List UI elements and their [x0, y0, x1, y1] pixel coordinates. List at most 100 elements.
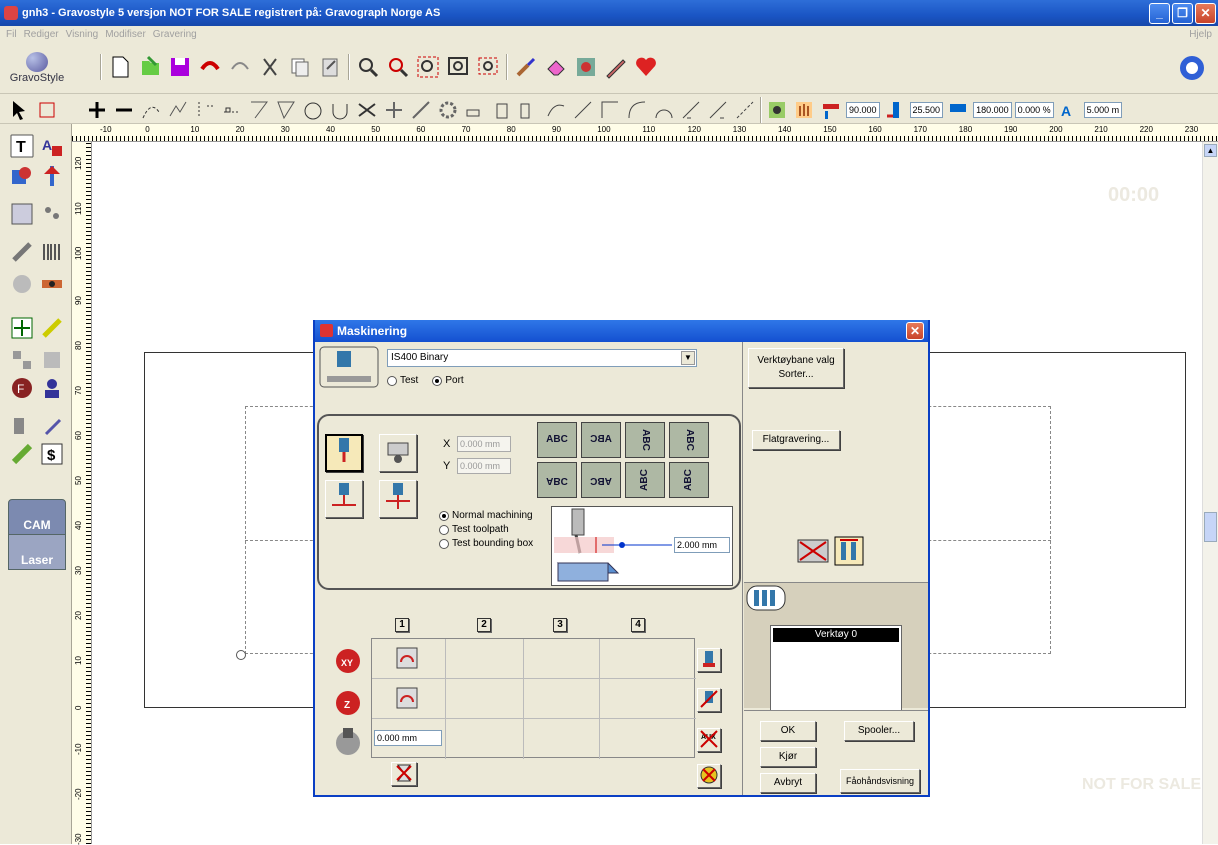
grid-cell[interactable]: [600, 679, 696, 719]
zoom-window-icon[interactable]: [416, 55, 440, 79]
gear-icon[interactable]: [436, 98, 460, 122]
cancel-button[interactable]: Avbryt: [760, 773, 816, 793]
redo-icon[interactable]: [228, 55, 252, 79]
orientation-tile-1[interactable]: ABC: [537, 422, 577, 458]
price-tool-icon[interactable]: $: [40, 442, 64, 466]
eraser-icon[interactable]: [544, 55, 568, 79]
arc-icon[interactable]: [328, 98, 352, 122]
grid-cell[interactable]: [446, 639, 524, 679]
smooth-icon[interactable]: [166, 98, 190, 122]
test-bbox-radio[interactable]: Test bounding box: [439, 538, 533, 549]
maximize-button[interactable]: ❐: [1172, 3, 1193, 24]
menu-file[interactable]: Fil: [6, 29, 17, 40]
node-edit-icon[interactable]: [139, 98, 163, 122]
copy-icon[interactable]: [288, 55, 312, 79]
menu-help[interactable]: Hjelp: [1189, 29, 1212, 40]
image-tool-icon[interactable]: [10, 202, 34, 226]
column-4-label[interactable]: 4: [631, 618, 645, 632]
engrave-mode-button[interactable]: [325, 434, 363, 472]
add-node-icon[interactable]: [85, 98, 109, 122]
zoom-selection-icon[interactable]: [476, 55, 500, 79]
cut-icon[interactable]: [258, 55, 282, 79]
layout-tool-icon[interactable]: [10, 348, 34, 372]
arc-3pt-icon[interactable]: [625, 98, 649, 122]
pen-icon[interactable]: [604, 55, 628, 79]
zoom-out-icon[interactable]: [386, 55, 410, 79]
line-icon[interactable]: [571, 98, 595, 122]
grid-cell[interactable]: [372, 639, 446, 679]
circle-icon[interactable]: [301, 98, 325, 122]
dimension3-icon[interactable]: [733, 98, 757, 122]
cutter-tool-icon[interactable]: [40, 414, 64, 438]
minimize-button[interactable]: _: [1149, 3, 1170, 24]
menu-view[interactable]: Visning: [66, 29, 99, 40]
brain-tool-icon[interactable]: [10, 272, 34, 296]
arc-2pt-icon[interactable]: [652, 98, 676, 122]
orientation-tile-6[interactable]: ABC: [581, 462, 621, 498]
grid-cell[interactable]: [524, 639, 600, 679]
offset-field[interactable]: 0.000 mm: [374, 730, 442, 746]
eye-tool-icon[interactable]: [40, 272, 64, 296]
tool-list-item[interactable]: Verktøy 0: [773, 628, 899, 642]
size-field[interactable]: 5.000 m: [1083, 102, 1123, 118]
grid-cell[interactable]: [600, 639, 696, 679]
orientation-tile-2[interactable]: ABC: [581, 422, 621, 458]
grid-cell[interactable]: [524, 679, 600, 719]
percent-field[interactable]: 0.000 %: [1014, 102, 1054, 118]
offset-mode-button[interactable]: [325, 480, 363, 518]
angle-field[interactable]: 90.000: [846, 102, 880, 118]
dialog-close-button[interactable]: ✕: [906, 322, 924, 340]
aux-button[interactable]: AUX: [697, 728, 721, 752]
grid-cell[interactable]: [524, 719, 600, 759]
height-field[interactable]: 25.500: [909, 102, 944, 118]
ok-button[interactable]: OK: [760, 721, 816, 741]
grid-cell[interactable]: [372, 679, 446, 719]
machine-tool-icon[interactable]: [10, 414, 34, 438]
remove-tool-button[interactable]: [697, 688, 721, 712]
open-document-icon[interactable]: [138, 55, 162, 79]
paint-tool-icon[interactable]: [10, 442, 34, 466]
jog-mode-button[interactable]: [379, 434, 417, 472]
machine-cross-icon[interactable]: [796, 538, 830, 564]
machine-icon[interactable]: [319, 346, 379, 388]
stop-button[interactable]: [697, 764, 721, 788]
orientation-tile-7[interactable]: ABC: [625, 462, 665, 498]
position-mode-button[interactable]: [379, 480, 417, 518]
orientation-tile-5[interactable]: ABC: [537, 462, 577, 498]
width-field[interactable]: 180.000: [973, 102, 1012, 118]
dimension2-icon[interactable]: [706, 98, 730, 122]
undo-icon[interactable]: [198, 55, 222, 79]
text-attr-icon[interactable]: A: [40, 134, 64, 158]
copy-tool-icon[interactable]: [40, 348, 64, 372]
tab-cam[interactable]: CAM: [8, 499, 66, 535]
menu-edit[interactable]: Rediger: [24, 29, 59, 40]
online-status-icon[interactable]: [1180, 56, 1204, 80]
column-1-label[interactable]: 1: [395, 618, 409, 632]
barcode-icon[interactable]: [40, 240, 64, 264]
polygon-icon[interactable]: [274, 98, 298, 122]
pointer-tool-icon[interactable]: [40, 164, 64, 188]
machine-select[interactable]: IS400 Binary ▼: [387, 349, 697, 367]
zoom-icon[interactable]: [356, 55, 380, 79]
tool-swap-icon[interactable]: [834, 536, 864, 566]
break-node-icon[interactable]: [193, 98, 217, 122]
user-tool-icon[interactable]: [40, 376, 64, 400]
spooler-button[interactable]: Spooler...: [844, 721, 914, 741]
load-tool-button[interactable]: [697, 648, 721, 672]
text-tool-icon[interactable]: T: [10, 134, 34, 158]
line-angle-icon[interactable]: [598, 98, 622, 122]
clamp-icon[interactable]: [517, 98, 541, 122]
dots-tool-icon[interactable]: [40, 202, 64, 226]
dimension-icon[interactable]: [679, 98, 703, 122]
new-document-icon[interactable]: [108, 55, 132, 79]
curve-icon[interactable]: [544, 98, 568, 122]
run-button[interactable]: Kjør: [760, 747, 816, 767]
chevron-down-icon[interactable]: ▼: [681, 351, 695, 365]
polyline-icon[interactable]: [247, 98, 271, 122]
column-2-label[interactable]: 2: [477, 618, 491, 632]
remove-node-icon[interactable]: [112, 98, 136, 122]
scissors-icon[interactable]: [355, 98, 379, 122]
grid-cell[interactable]: [600, 719, 696, 759]
preview-button[interactable]: Fåohåndsvisning: [840, 769, 920, 793]
normal-machining-radio[interactable]: Normal machining: [439, 510, 533, 521]
